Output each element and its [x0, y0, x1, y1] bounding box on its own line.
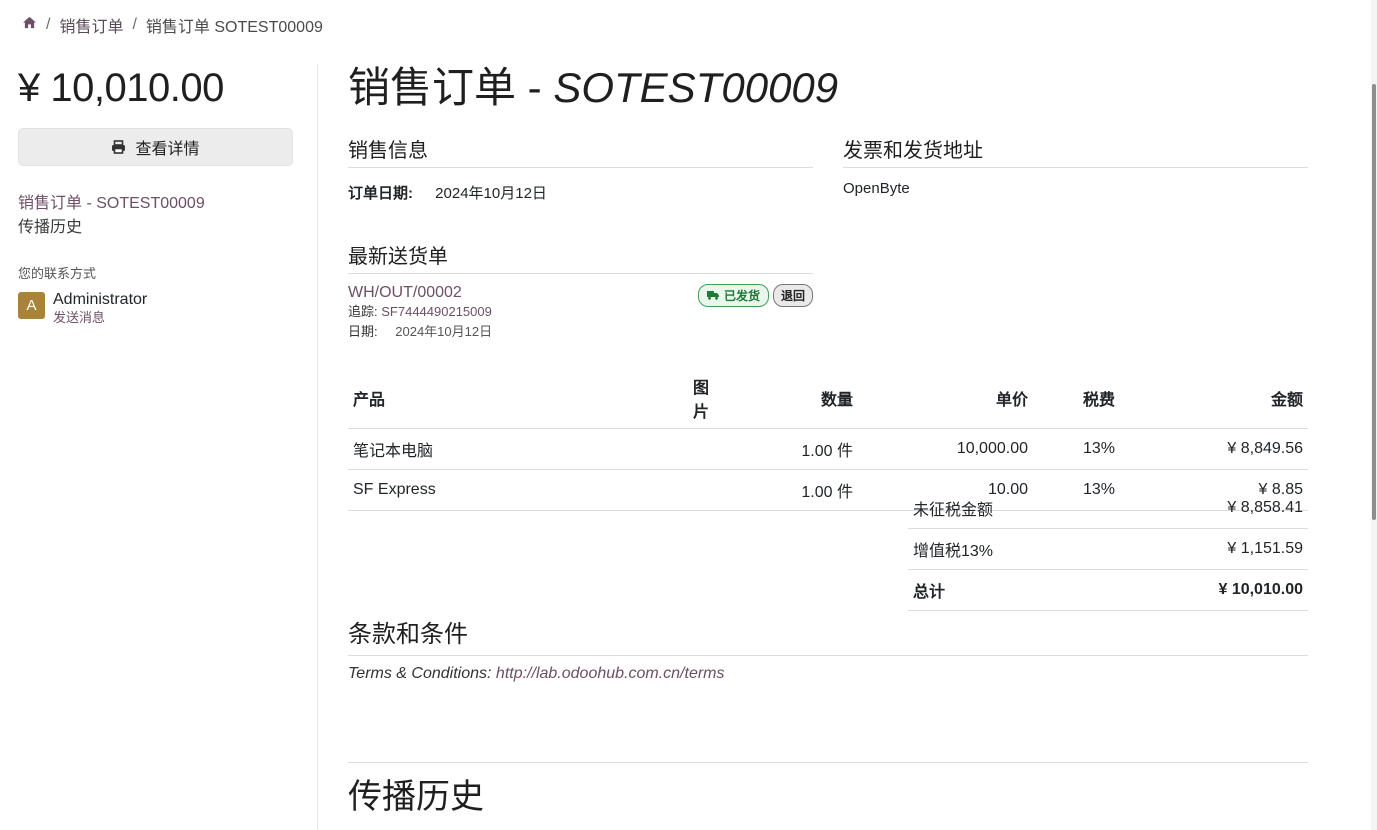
cell-product: 笔记本电脑: [348, 428, 688, 470]
breadcrumb-current: 销售订单 SOTEST00009: [145, 19, 323, 36]
table-header-row: 产品 图片 数量 单价 税费 金额: [348, 366, 1308, 429]
col-image: 图片: [688, 366, 728, 429]
sales-info-heading: 销售信息: [348, 134, 813, 168]
address-section: 发票和发货地址 OpenByte: [843, 134, 1308, 197]
total-row: 总计 ¥ 10,010.00: [908, 569, 1308, 611]
status-badge-label: 已发货: [723, 289, 760, 303]
delivery-badges: 已发货 退回: [697, 284, 813, 307]
cell-amount: ¥ 8,849.56: [1120, 428, 1308, 470]
contact-label: 您的联系方式: [18, 266, 97, 281]
col-quantity: 数量: [728, 366, 858, 429]
history-divider: [348, 762, 1308, 763]
tracking-label: 追踪:: [348, 304, 378, 319]
untaxed-value: ¥ 8,858.41: [1103, 488, 1308, 529]
sidebar-link-history[interactable]: 传播历史: [18, 216, 293, 240]
order-amount: ¥ 10,010.00: [18, 66, 224, 110]
sales-info-section: 销售信息 订单日期: 2024年10月12日: [348, 134, 813, 203]
sidebar-link-sales-order[interactable]: 销售订单 - SOTEST00009: [18, 192, 293, 216]
page-scrollbar[interactable]: [1371, 0, 1377, 830]
contact-name: Administrator: [53, 291, 148, 308]
terms-label: Terms & Conditions:: [348, 665, 496, 682]
breadcrumb-home[interactable]: [22, 16, 37, 34]
col-tax: 税费: [1033, 366, 1120, 429]
breadcrumb-sales-orders[interactable]: 销售订单: [59, 13, 123, 37]
address-value: OpenByte: [843, 180, 910, 197]
terms-link[interactable]: http://lab.odoohub.com.cn/terms: [496, 665, 725, 682]
tracking-value[interactable]: SF7444490215009: [381, 304, 492, 319]
vertical-divider: [317, 64, 318, 830]
main-content: 销售订单 - SOTEST00009 销售信息 订单日期: 2024年10月12…: [348, 60, 1308, 816]
cell-unit-price: 10,000.00: [858, 428, 1033, 470]
delivery-date-label: 日期:: [348, 324, 378, 339]
totals-table: 未征税金额 ¥ 8,858.41 增值税13% ¥ 1,151.59 总计 ¥ …: [908, 488, 1308, 611]
terms-text: Terms & Conditions: http://lab.odoohub.c…: [348, 665, 1308, 683]
terms-section: 条款和条件 Terms & Conditions: http://lab.odo…: [348, 614, 1308, 683]
cell-tax: 13%: [1033, 428, 1120, 470]
terms-heading: 条款和条件: [348, 614, 1308, 656]
home-icon: [23, 16, 36, 29]
untaxed-label: 未征税金额: [908, 488, 1104, 529]
sidebar-links: 销售订单 - SOTEST00009 传播历史: [18, 192, 293, 240]
status-badge: 已发货: [697, 284, 769, 307]
vat-value: ¥ 1,151.59: [1103, 528, 1308, 570]
vat-label: 增值税13%: [908, 528, 1104, 570]
delivery-row: WH/OUT/00002 已发货 退回 追踪: SF7444490215009: [348, 284, 813, 342]
table-row: 笔记本电脑 1.00 件 10,000.00 13% ¥ 8,849.56: [348, 428, 1308, 470]
cell-image: [688, 469, 728, 511]
delivery-heading: 最新送货单: [348, 240, 813, 274]
breadcrumb: / 销售订单 / 销售订单 SOTEST00009: [22, 14, 323, 36]
delivery-date-row: 日期: 2024年10月12日: [348, 322, 813, 342]
truck-icon: [706, 291, 719, 300]
sidebar: ¥ 10,010.00 查看详情 销售订单 - SOTEST00009 传播历史…: [18, 62, 293, 326]
avatar: A: [18, 292, 45, 319]
delivery-section: 最新送货单 WH/OUT/00002 已发货 退回 追踪: SF74444902…: [348, 240, 813, 342]
delivery-date-value: 2024年10月12日: [395, 324, 493, 339]
vat-row: 增值税13% ¥ 1,151.59: [908, 528, 1308, 570]
address-heading: 发票和发货地址: [843, 134, 1308, 168]
cell-quantity: 1.00 件: [728, 428, 858, 470]
history-heading: 传播历史: [348, 778, 484, 816]
scrollbar-thumb[interactable]: [1372, 84, 1376, 520]
order-date-label: 订单日期:: [348, 185, 413, 202]
order-date-row: 订单日期: 2024年10月12日: [348, 182, 813, 203]
total-value: ¥ 10,010.00: [1103, 569, 1308, 611]
title-prefix: 销售订单 -: [348, 64, 554, 111]
printer-icon: [112, 140, 126, 154]
cell-product: SF Express: [348, 469, 688, 511]
breadcrumb-separator: /: [132, 16, 137, 33]
col-unit-price: 单价: [858, 366, 1033, 429]
cell-quantity: 1.00 件: [728, 469, 858, 511]
view-details-label: 查看详情: [135, 141, 200, 158]
untaxed-row: 未征税金额 ¥ 8,858.41: [908, 488, 1308, 529]
title-number: SOTEST00009: [553, 64, 839, 111]
view-details-button[interactable]: 查看详情: [18, 128, 293, 166]
page-title: 销售订单 - SOTEST00009: [348, 60, 1308, 116]
col-amount: 金额: [1120, 366, 1308, 429]
contact-card: A Administrator 发送消息: [18, 290, 293, 326]
return-button[interactable]: 退回: [772, 284, 813, 307]
cell-image: [688, 428, 728, 470]
breadcrumb-separator: /: [46, 16, 51, 33]
order-date-value: 2024年10月12日: [435, 185, 547, 202]
total-label: 总计: [908, 569, 1104, 611]
col-product: 产品: [348, 366, 688, 429]
send-message-link[interactable]: 发送消息: [53, 310, 147, 326]
